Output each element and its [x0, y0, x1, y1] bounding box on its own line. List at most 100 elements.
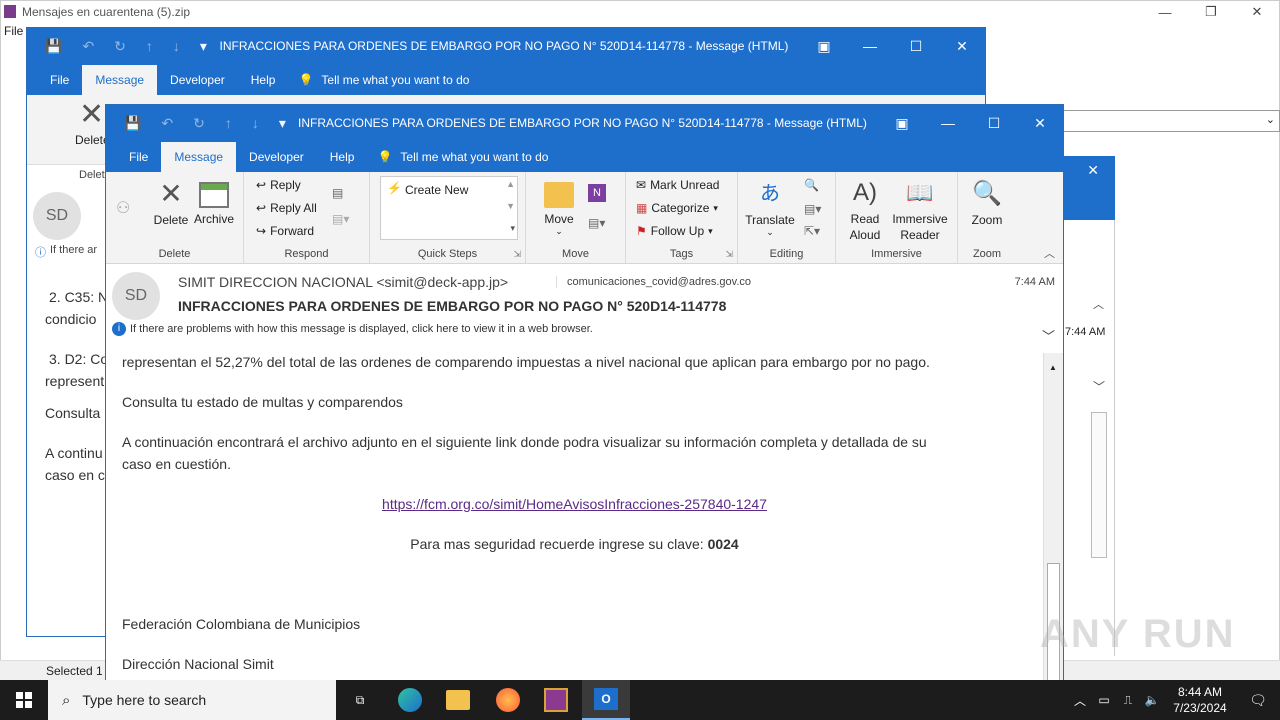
down-icon[interactable]: ↓ [252, 115, 259, 132]
task-view-icon[interactable]: ⧉ [336, 680, 384, 720]
winrar-menu-file[interactable]: File [4, 24, 23, 38]
reply-button[interactable]: ↩ Reply [256, 178, 301, 192]
up-icon[interactable]: ↑ [225, 115, 232, 132]
tab-developer[interactable]: Developer [157, 73, 238, 95]
ribbon: ⚇ ✕ Delete Archive Delete ↩ Reply ↩ Reply … [106, 172, 1063, 264]
tab-help[interactable]: Help [238, 73, 289, 95]
info-bar[interactable]: ⓘ If there ar [35, 244, 97, 260]
translate-icon: あ [760, 183, 780, 205]
close-icon[interactable]: ✕ [1087, 162, 1099, 179]
dialog-launcher-icon[interactable]: ⇲ [725, 249, 733, 260]
close-icon[interactable]: ✕ [939, 38, 985, 55]
watermark: ANY RUN [1040, 612, 1236, 656]
immersive-reader-button[interactable]: 📖 Immersive Reader [888, 178, 952, 243]
ribbon-display-icon[interactable]: ▣ [879, 115, 925, 132]
zoom-button[interactable]: 🔍 Zoom [964, 178, 1010, 227]
sender[interactable]: SIMIT DIRECCION NACIONAL <simit@deck-app… [178, 274, 508, 290]
customize-icon[interactable]: ▾ [200, 38, 207, 55]
start-button[interactable] [0, 680, 48, 720]
edge-icon[interactable] [386, 680, 434, 720]
file-explorer-icon[interactable] [434, 680, 482, 720]
undo-icon[interactable]: ↶ [82, 38, 94, 55]
phishing-link[interactable]: https://fcm.org.co/simit/HomeAvisosInfra… [106, 493, 1043, 515]
side-scrollbar[interactable] [1091, 412, 1107, 558]
tab-message[interactable]: Message [161, 142, 237, 172]
categorize-button[interactable]: ▦ Categorize ▾ [636, 201, 718, 215]
translate-button[interactable]: あ Translate ⌄ [744, 178, 796, 238]
redo-icon[interactable]: ↻ [114, 38, 126, 55]
save-icon[interactable]: 💾 [45, 38, 62, 55]
winrar-icon[interactable] [532, 680, 580, 720]
volume-icon[interactable]: 🔈 [1140, 693, 1164, 707]
close-icon[interactable]: ✕ [1234, 0, 1280, 24]
winrar-titlebar[interactable]: Mensajes en cuarentena (5).zip — ❐ ✕ [0, 0, 1280, 24]
select-icon[interactable]: ⇱▾ [804, 224, 820, 238]
minimize-icon[interactable]: — [847, 38, 893, 55]
clock[interactable]: 8:44 AM 7/23/2024 [1164, 684, 1236, 716]
collapse-ribbon-icon[interactable]: ︿ [1044, 245, 1055, 261]
minimize-icon[interactable]: — [925, 115, 971, 132]
maximize-icon[interactable]: ☐ [971, 115, 1017, 132]
outlook-titlebar[interactable]: 💾 ↶ ↻ ↑ ↓ ▾ INFRACCIONES PARA ORDENES DE… [106, 105, 1063, 141]
tab-file[interactable]: File [116, 150, 161, 172]
scroll-down-icon[interactable]: ▼ [506, 201, 515, 211]
down-icon[interactable]: ↓ [173, 38, 180, 55]
chevron-down-icon[interactable]: ⌄ [1266, 113, 1275, 126]
chevron-down-icon[interactable]: ﹀ [1093, 378, 1105, 395]
notification-icon[interactable]: 🗨 [1236, 692, 1280, 709]
onenote-icon[interactable]: N [588, 184, 606, 202]
more-respond-icon[interactable]: ▤▾ [332, 212, 349, 226]
taskbar-search[interactable]: ⌕ Type here to search [48, 680, 336, 720]
chevron-up-icon[interactable]: ︿ [1093, 296, 1104, 312]
quick-steps-gallery[interactable]: ⚡ Create New ▲ ▼ ▾ [380, 176, 518, 240]
create-new-label[interactable]: Create New [405, 183, 468, 197]
signature-line: Federación Colombiana de Municipios [122, 616, 361, 632]
tell-me-box[interactable]: 💡 Tell me what you want to do [288, 73, 479, 95]
reply-all-button[interactable]: ↩ Reply All [256, 201, 317, 215]
mark-unread-button[interactable]: ✉ Mark Unread [636, 178, 719, 192]
save-icon[interactable]: 💾 [124, 115, 141, 132]
customize-icon[interactable]: ▾ [279, 115, 286, 132]
minimize-icon[interactable]: — [1142, 0, 1188, 24]
scroll-up-icon[interactable]: ▲ [1049, 363, 1057, 372]
device-icon[interactable]: ⎍ [1116, 693, 1140, 708]
firefox-icon[interactable] [484, 680, 532, 720]
undo-icon[interactable]: ↶ [161, 115, 173, 132]
scroll-up-icon[interactable]: ▲ [506, 179, 515, 189]
recipient[interactable]: comunicaciones_covid@adres.gov.co [556, 276, 751, 288]
up-icon[interactable]: ↑ [146, 38, 153, 55]
outlook-titlebar-back[interactable]: 💾 ↶ ↻ ↑ ↓ ▾ INFRACCIONES PARA ORDENES DE… [27, 28, 985, 64]
outlook-icon[interactable]: O [582, 680, 630, 720]
info-bar[interactable]: i If there are problems with how this me… [112, 322, 593, 336]
move-button[interactable]: Move ⌄ [534, 178, 584, 237]
rules-icon[interactable]: ▤▾ [588, 216, 605, 230]
more-respond-icon[interactable]: ▤ [332, 186, 343, 200]
network-icon[interactable]: ▭ [1092, 693, 1116, 707]
tab-message[interactable]: Message [82, 65, 158, 95]
more-icon[interactable]: ▾ [510, 223, 515, 234]
restore-icon[interactable]: ❐ [1188, 0, 1234, 24]
ribbon-display-icon[interactable]: ▣ [801, 38, 847, 55]
find-icon[interactable]: 🔍 [804, 178, 819, 192]
follow-up-button[interactable]: ⚑ Follow Up ▾ [636, 224, 713, 238]
tab-file[interactable]: File [37, 73, 82, 95]
redo-icon[interactable]: ↻ [193, 115, 205, 132]
maximize-icon[interactable]: ☐ [893, 38, 939, 55]
info-text: If there are problems with how this mess… [130, 323, 593, 335]
archive-button[interactable]: Archive [192, 178, 236, 226]
dialog-launcher-icon[interactable]: ⇲ [513, 249, 521, 260]
read-aloud-button[interactable]: A) Read Aloud [842, 178, 888, 243]
tab-developer[interactable]: Developer [236, 150, 317, 172]
tab-help[interactable]: Help [317, 150, 368, 172]
related-icon[interactable]: ▤▾ [804, 202, 821, 216]
delete-icon[interactable]: ✕ [79, 97, 104, 132]
side-panel: ✕ ︿ 7:44 AM ﹀ [1063, 156, 1115, 656]
delete-button[interactable]: ✕ Delete [150, 178, 192, 227]
winrar-address-bar[interactable]: ⌄ [1063, 110, 1280, 132]
chevron-up-icon[interactable]: ︿ [1068, 692, 1092, 709]
expand-header-icon[interactable]: ﹀ [1042, 326, 1055, 345]
ignore-icon[interactable]: ⚇ [116, 198, 130, 218]
tell-me-box[interactable]: 💡 Tell me what you want to do [367, 150, 558, 172]
close-icon[interactable]: ✕ [1017, 115, 1063, 132]
forward-button[interactable]: ↪ Forward [256, 224, 314, 238]
